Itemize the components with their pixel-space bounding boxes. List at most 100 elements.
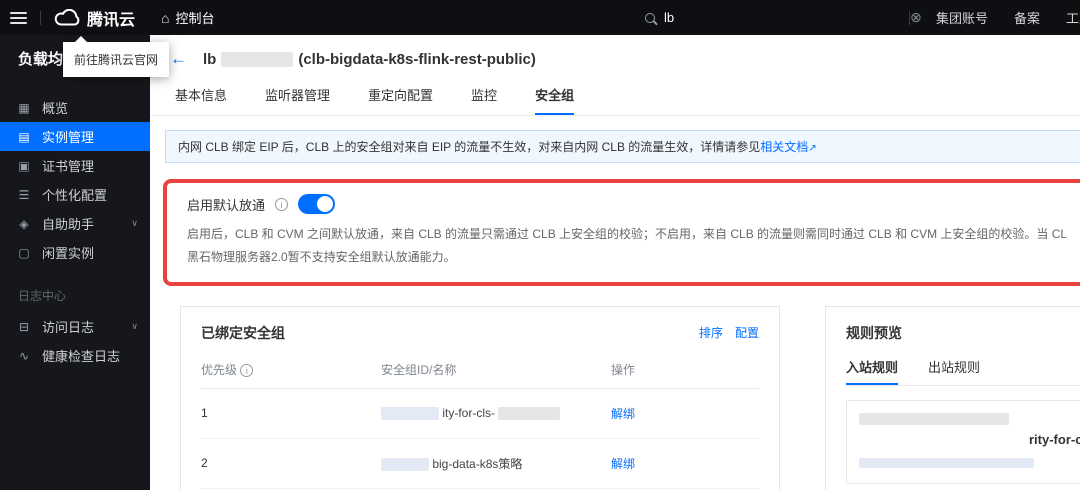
sidebar-item-label: 概览	[42, 101, 69, 116]
home-icon: ⌂	[161, 9, 170, 26]
tab-outbound-rules[interactable]: 出站规则	[928, 357, 980, 385]
sidebar-item-label: 自助助手	[42, 217, 95, 232]
description-line-1: 启用后，CLB 和 CVM 之间默认放通，来自 CLB 的流量只需通过 CLB …	[187, 227, 1068, 241]
table-row: 1 ity-for-cls- 解绑	[201, 389, 759, 439]
unbind-button[interactable]: 解绑	[611, 407, 635, 421]
bound-card-title: 已绑定安全组	[201, 324, 285, 341]
priority-cell: 2	[201, 456, 208, 471]
action-cell: 解绑	[611, 455, 759, 472]
title-prefix: lb	[203, 50, 217, 68]
sidebar-item-self-helper[interactable]: ◈ 自助助手 ∨	[0, 209, 150, 238]
divider	[908, 10, 910, 25]
sidebar-item-idle-instances[interactable]: ▢ 闲置实例	[0, 238, 150, 267]
calendar-log-icon: ⊟	[18, 319, 30, 334]
tab-basic-info[interactable]: 基本信息	[175, 83, 227, 115]
search-input[interactable]	[664, 10, 894, 25]
chevron-down-icon: ∨	[131, 218, 138, 228]
sg-name-cell: ity-for-cls-	[381, 405, 611, 421]
title-suffix: (clb-bigdata-k8s-flink-rest-public)	[298, 50, 536, 68]
unbind-button[interactable]: 解绑	[611, 457, 635, 471]
sidebar-item-label: 证书管理	[42, 159, 95, 174]
sidebar-item-personalization[interactable]: ☰ 个性化配置	[0, 180, 150, 209]
brand-name: 腾讯云	[87, 11, 136, 29]
sidebar-item-label: 健康检查日志	[42, 349, 121, 364]
page-header: ← lb (clb-bigdata-k8s-flink-rest-public)	[150, 35, 1080, 83]
hamburger-menu-icon[interactable]	[10, 9, 27, 27]
page-title: lb (clb-bigdata-k8s-flink-rest-public)	[203, 51, 536, 68]
related-docs-link[interactable]: 相关文档	[760, 140, 808, 154]
rule-group-entry[interactable]: rity-for-cls-c	[846, 399, 1080, 484]
helper-icon: ◈	[19, 216, 29, 231]
sliders-icon: ☰	[18, 187, 30, 202]
sidebar-item-instances[interactable]: ▤ 实例管理	[0, 122, 150, 151]
topbar-right-menu: 集团账号 备案 工具	[908, 0, 1080, 35]
sg-name-cell: big-data-k8s策略	[381, 455, 611, 472]
tooltip: 前往腾讯云官网	[63, 36, 170, 77]
console-label: 控制台	[175, 11, 215, 26]
idle-instance-icon: ▢	[18, 245, 30, 260]
sort-button[interactable]: 排序	[699, 324, 723, 341]
default-pass-description: 启用后，CLB 和 CVM 之间默认放通，来自 CLB 的流量只需通过 CLB …	[187, 223, 1068, 269]
tools-menu[interactable]: 工具	[1066, 8, 1080, 27]
sidebar-item-access-logs[interactable]: ⊟ 访问日志 ∨	[0, 312, 150, 341]
toggle-knob	[317, 196, 334, 212]
default-pass-section-annotation: 启用默认放通 i 启用后，CLB 和 CVM 之间默认放通，来自 CLB 的流量…	[163, 179, 1080, 286]
redacted-block	[381, 407, 439, 421]
sidebar-section-logs: 日志中心	[18, 289, 67, 303]
cloud-logo-icon	[54, 8, 80, 25]
sg-name-fragment: big-data-k8s策略	[432, 456, 523, 471]
sidebar-item-certificates[interactable]: ▣ 证书管理	[0, 151, 150, 180]
account-menu[interactable]: 集团账号	[936, 8, 988, 27]
action-cell: 解绑	[611, 405, 759, 422]
priority-cell: 1	[201, 406, 208, 421]
sidebar-item-overview[interactable]: ▦ 概览	[0, 93, 150, 122]
brand-logo[interactable]: 腾讯云	[54, 6, 135, 30]
table-row: 2 big-data-k8s策略 解绑	[201, 439, 759, 489]
redacted-block	[859, 413, 1009, 426]
divider	[40, 10, 41, 25]
info-banner: 内网 CLB 绑定 EIP 后，CLB 上的安全组对来自 EIP 的流量不生效，…	[165, 130, 1080, 163]
detail-tabs: 基本信息 监听器管理 重定向配置 监控 安全组	[150, 83, 1080, 116]
rule-preview-tabs: 入站规则 出站规则	[846, 357, 1080, 386]
sidebar-item-healthcheck-logs[interactable]: ∿ 健康检查日志	[0, 341, 150, 370]
certificate-icon: ▣	[18, 158, 30, 173]
sidebar-nav: ▦ 概览 ▤ 实例管理 ▣ 证书管理 ☰ 个性化配置 ◈ 自助助手 ∨ ▢ 闲置…	[0, 93, 150, 370]
external-link-icon: ↗	[808, 143, 817, 154]
overview-grid-icon: ▦	[18, 100, 30, 115]
main-content: ← lb (clb-bigdata-k8s-flink-rest-public)…	[150, 35, 1080, 490]
default-pass-label: 启用默认放通	[187, 197, 266, 213]
tab-inbound-rules[interactable]: 入站规则	[846, 357, 899, 385]
sg-name-fragment: ity-for-cls-	[442, 405, 496, 420]
bound-card-header: 已绑定安全组 排序 配置	[201, 323, 759, 343]
global-search[interactable]: ⊗	[645, 0, 935, 35]
tab-security-group[interactable]: 安全组	[535, 83, 575, 115]
rule-group-name-fragment: rity-for-cls-c	[1029, 431, 1080, 447]
bound-card-actions: 排序 配置	[699, 324, 759, 341]
tab-monitoring[interactable]: 监控	[471, 83, 497, 115]
column-sg-id-name: 安全组ID/名称	[381, 362, 457, 377]
tab-redirect-config[interactable]: 重定向配置	[368, 83, 433, 115]
column-priority-label: 优先级	[201, 362, 238, 377]
sidebar-item-label: 实例管理	[42, 130, 95, 145]
console-link[interactable]: ⌂ 控制台	[161, 8, 214, 27]
redacted-block	[221, 51, 294, 67]
rule-preview-card: 规则预览 入站规则 出站规则 rity-for-cls-c ▶ 策略	[825, 305, 1080, 490]
sidebar-item-label: 个性化配置	[42, 188, 108, 203]
back-button[interactable]: ←	[170, 49, 187, 69]
top-bar: 腾讯云 ⌂ 控制台 ⊗ 集团账号 备案 工具	[0, 0, 1080, 35]
column-action: 操作	[611, 362, 636, 377]
default-pass-toggle-row: 启用默认放通 i	[187, 194, 1068, 214]
tab-listener-management[interactable]: 监听器管理	[265, 83, 330, 115]
default-pass-toggle[interactable]	[298, 194, 336, 214]
chevron-down-icon: ∨	[131, 321, 138, 331]
redacted-block	[498, 407, 561, 421]
sidebar: 负载均衡 ▦ 概览 ▤ 实例管理 ▣ 证书管理 ☰ 个性化配置 ◈ 自助助手 ∨…	[0, 35, 150, 490]
beian-menu[interactable]: 备案	[1014, 8, 1040, 27]
sidebar-item-label: 访问日志	[42, 320, 95, 335]
redacted-block	[381, 457, 429, 471]
redacted-block	[859, 458, 1034, 469]
cards-row: 已绑定安全组 排序 配置 优先级 i 安全组ID/名称 操作 1 ity-for…	[150, 305, 1080, 490]
configure-button[interactable]: 配置	[735, 324, 759, 341]
info-icon[interactable]: i	[240, 363, 254, 377]
info-icon[interactable]: i	[275, 197, 289, 211]
